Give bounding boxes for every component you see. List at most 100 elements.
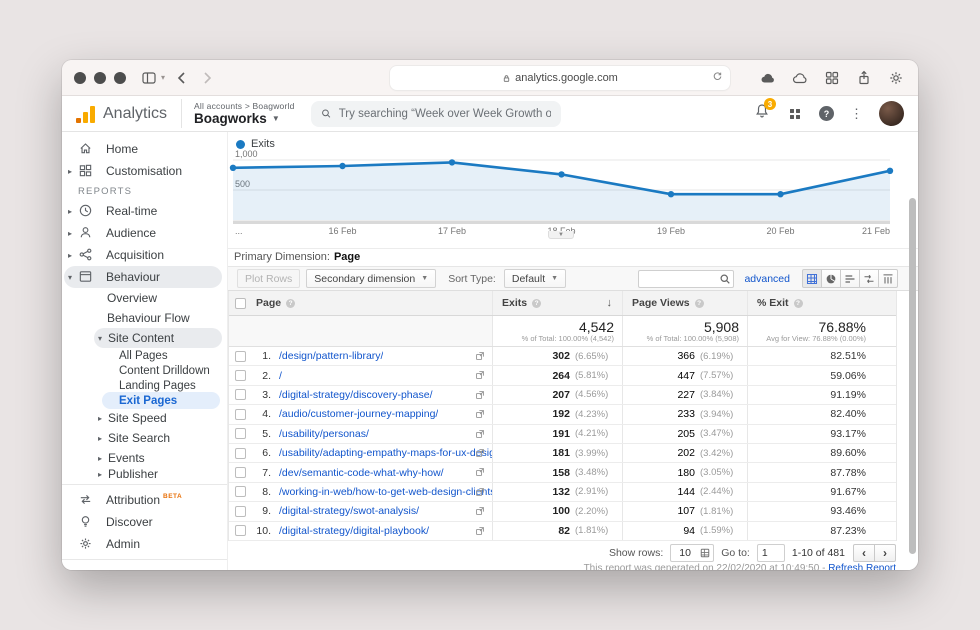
page-link[interactable]: /digital-strategy/discovery-phase/ (279, 389, 433, 401)
share-icon[interactable] (855, 70, 872, 87)
page-link[interactable]: /digital-strategy/digital-playbook/ (279, 525, 429, 537)
search-icon[interactable] (719, 272, 731, 290)
row-checkbox[interactable] (235, 486, 246, 497)
row-checkbox[interactable] (235, 351, 246, 362)
chevron-right-icon[interactable]: ▸ (68, 167, 78, 176)
sidebar-collapse-button[interactable]: ‹ (62, 564, 227, 570)
sidebar-item-site-search[interactable]: ▸Site Search (62, 428, 227, 448)
page-link[interactable]: /working-in-web/how-to-get-web-design-cl… (279, 486, 492, 498)
row-checkbox[interactable] (235, 389, 246, 400)
chevron-right-icon[interactable]: ▸ (68, 229, 78, 238)
view-performance-button[interactable] (840, 269, 860, 288)
select-all-checkbox[interactable] (235, 298, 246, 309)
next-page-button[interactable]: › (874, 544, 896, 562)
vertical-scrollbar[interactable] (909, 198, 916, 554)
table-row[interactable]: 4./audio/customer-journey-mapping/192(4.… (229, 405, 896, 424)
row-checkbox[interactable] (235, 467, 246, 478)
sidebar-item-behaviour[interactable]: ▾Behaviour (62, 266, 227, 288)
chart-annotations-toggle[interactable]: ▼ (548, 231, 574, 239)
avatar[interactable] (879, 101, 904, 126)
sidebar-item-exit-pages[interactable]: Exit Pages (62, 393, 227, 408)
open-page-external-icon[interactable] (475, 467, 485, 480)
refresh-report-link[interactable]: Refresh Report (828, 563, 896, 570)
open-page-external-icon[interactable] (475, 448, 485, 461)
sidebar-item-acquisition[interactable]: ▸Acquisition (62, 244, 227, 266)
open-page-external-icon[interactable] (475, 351, 485, 364)
global-search-bar[interactable]: Try searching “Week over Week Growth of … (311, 101, 561, 127)
account-selector[interactable]: All accounts > Boagworld Boagworks▼ (181, 99, 294, 128)
sidebar-item-attribution[interactable]: AttributionBETA (62, 489, 227, 511)
apps-grid-icon[interactable] (786, 105, 803, 122)
window-controls[interactable] (74, 72, 126, 84)
chevron-down-icon[interactable]: ▾ (98, 334, 108, 343)
view-percentage-button[interactable] (821, 269, 841, 288)
chevron-right-icon[interactable]: ▸ (68, 207, 78, 216)
sidebar-item-landing-pages[interactable]: Landing Pages (62, 378, 227, 393)
view-pivot-button[interactable] (878, 269, 898, 288)
refresh-icon[interactable] (712, 71, 723, 85)
tab-overview-icon[interactable] (823, 70, 840, 87)
chevron-right-icon[interactable]: ▸ (98, 454, 108, 463)
sidebar-item-behaviour-flow[interactable]: Behaviour Flow (62, 308, 227, 328)
notifications-bell-icon[interactable]: 3 (754, 103, 770, 124)
sidebar-item-events[interactable]: ▸Events (62, 448, 227, 468)
page-link[interactable]: /design/pattern-library/ (279, 350, 383, 362)
help-icon[interactable]: ? (695, 299, 704, 308)
table-row[interactable]: 2./264(5.81%)447(7.57%)59.06% (229, 366, 896, 385)
sidebar-item-site-speed[interactable]: ▸Site Speed (62, 408, 227, 428)
advanced-filter-link[interactable]: advanced (744, 273, 790, 285)
sidebar-item-audience[interactable]: ▸Audience (62, 222, 227, 244)
page-link[interactable]: /audio/customer-journey-mapping/ (279, 408, 438, 420)
sidebar-toggle-icon[interactable] (140, 69, 157, 86)
open-page-external-icon[interactable] (475, 390, 485, 403)
kebab-menu-icon[interactable]: ⋮ (850, 106, 863, 122)
sidebar-item-site-content[interactable]: ▾Site Content (62, 328, 227, 348)
open-page-external-icon[interactable] (475, 409, 485, 422)
primary-dimension-value[interactable]: Page (334, 251, 360, 263)
sidebar-item-customisation[interactable]: ▸Customisation (62, 160, 227, 182)
view-comparison-button[interactable] (859, 269, 879, 288)
open-page-external-icon[interactable] (475, 429, 485, 442)
page-link[interactable]: / (279, 370, 282, 382)
chevron-right-icon[interactable]: ▸ (98, 414, 108, 423)
row-checkbox[interactable] (235, 525, 246, 536)
sidebar-item-all-pages[interactable]: All Pages (62, 348, 227, 363)
icloud-icon[interactable] (791, 70, 808, 87)
settings-gear-icon[interactable] (887, 70, 904, 87)
row-checkbox[interactable] (235, 428, 246, 439)
chevron-right-icon[interactable]: ▸ (98, 434, 108, 443)
exits-line-chart[interactable]: 5001,000...16 Feb17 Feb18 Feb19 Feb20 Fe… (233, 150, 890, 234)
open-page-external-icon[interactable] (475, 506, 485, 519)
open-page-external-icon[interactable] (475, 526, 485, 539)
forward-button[interactable] (198, 69, 215, 86)
view-table-button[interactable] (802, 269, 822, 288)
analytics-logo-icon[interactable] (76, 105, 95, 123)
extension-cloud-icon[interactable] (759, 70, 776, 87)
table-row[interactable]: 9./digital-strategy/swot-analysis/100(2.… (229, 502, 896, 521)
table-row[interactable]: 1./design/pattern-library/302(6.65%)366(… (229, 347, 896, 366)
chevron-down-icon[interactable]: ▾ (68, 273, 78, 282)
sidebar-item-publisher[interactable]: ▸Publisher (62, 468, 227, 480)
table-row[interactable]: 3./digital-strategy/discovery-phase/207(… (229, 386, 896, 405)
goto-page-input[interactable] (757, 544, 785, 562)
help-icon[interactable]: ? (532, 299, 541, 308)
row-checkbox[interactable] (235, 370, 246, 381)
sidebar-item-content-drilldown[interactable]: Content Drilldown (62, 363, 227, 378)
sidebar-item-discover[interactable]: Discover (62, 511, 227, 533)
page-link[interactable]: /digital-strategy/swot-analysis/ (279, 505, 419, 517)
open-page-external-icon[interactable] (475, 370, 485, 383)
chevron-right-icon[interactable]: ▸ (98, 470, 108, 479)
page-link[interactable]: /dev/semantic-code-what-why-how/ (279, 467, 444, 479)
sidebar-item-admin[interactable]: Admin (62, 533, 227, 555)
row-checkbox[interactable] (235, 448, 246, 459)
sidebar-item-real-time[interactable]: ▸Real-time (62, 200, 227, 222)
url-bar[interactable]: analytics.google.com (390, 66, 730, 90)
show-rows-select[interactable]: 10 (670, 544, 714, 562)
table-row[interactable]: 10./digital-strategy/digital-playbook/82… (229, 522, 896, 541)
help-icon[interactable]: ? (794, 299, 803, 308)
table-row[interactable]: 8./working-in-web/how-to-get-web-design-… (229, 483, 896, 502)
sort-type-button[interactable]: Default▼ (504, 269, 566, 288)
plot-rows-button[interactable]: Plot Rows (237, 269, 300, 288)
open-page-external-icon[interactable] (475, 487, 485, 500)
help-icon[interactable]: ? (819, 106, 834, 121)
